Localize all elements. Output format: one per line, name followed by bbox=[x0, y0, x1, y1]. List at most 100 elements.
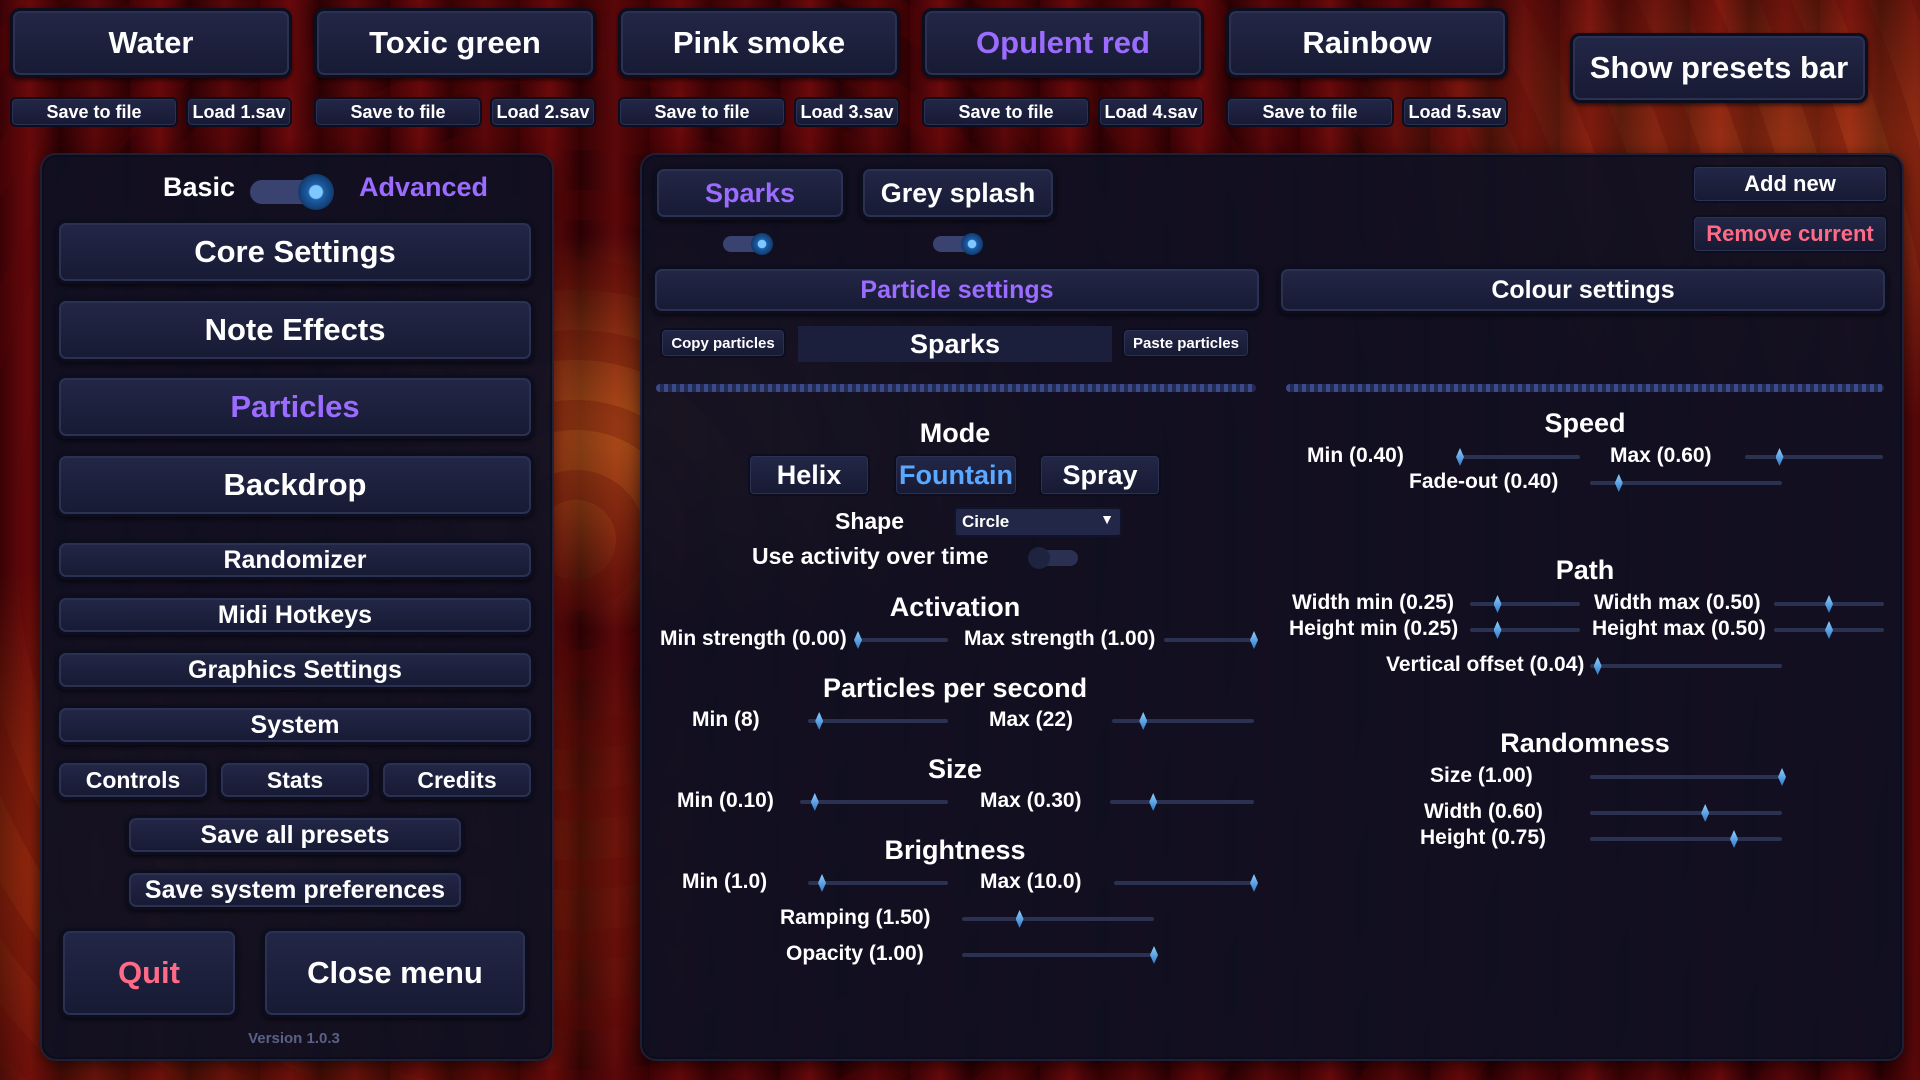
speed-min-slider[interactable] bbox=[1456, 448, 1580, 466]
pps-min-slider[interactable] bbox=[808, 712, 948, 730]
preset-toxic-green-load-button[interactable]: Load 2.sav bbox=[490, 97, 596, 127]
pps-max-label: Max (22) bbox=[989, 708, 1074, 731]
fadeout-label: Fade-out (0.40) bbox=[1409, 470, 1559, 493]
toggle-knob bbox=[1028, 547, 1050, 569]
rand-width-slider[interactable] bbox=[1590, 804, 1782, 822]
width-max-slider[interactable] bbox=[1774, 595, 1884, 613]
preset-pink-smoke-load-button[interactable]: Load 3.sav bbox=[794, 97, 900, 127]
remove-current-button[interactable]: Remove current bbox=[1692, 215, 1888, 253]
save-all-presets-button[interactable]: Save all presets bbox=[126, 815, 464, 855]
rand-width-label: Width (0.60) bbox=[1424, 800, 1543, 823]
activation-title: Activation bbox=[889, 592, 1021, 622]
height-max-slider[interactable] bbox=[1774, 621, 1884, 639]
fadeout-slider[interactable] bbox=[1590, 474, 1782, 492]
separator-left bbox=[656, 384, 1256, 392]
pps-min-label: Min (8) bbox=[692, 708, 760, 731]
basic-advanced-toggle[interactable] bbox=[250, 174, 334, 210]
tab-grey-splash[interactable]: Grey splash bbox=[860, 166, 1056, 220]
rand-size-label: Size (1.00) bbox=[1430, 764, 1533, 787]
add-new-button[interactable]: Add new bbox=[1692, 165, 1888, 203]
preset-water-save-button[interactable]: Save to file bbox=[10, 97, 178, 127]
speed-max-label: Max (0.60) bbox=[1610, 444, 1712, 467]
rand-height-label: Height (0.75) bbox=[1420, 826, 1547, 849]
particles-button[interactable]: Particles bbox=[56, 375, 534, 439]
max-strength-slider[interactable] bbox=[1164, 631, 1258, 649]
preset-opulent-red-save-button[interactable]: Save to file bbox=[922, 97, 1090, 127]
preset-rainbow-button[interactable]: Rainbow bbox=[1226, 8, 1508, 78]
particle-settings-tab[interactable]: Particle settings bbox=[652, 266, 1262, 314]
width-min-label: Width min (0.25) bbox=[1292, 591, 1454, 614]
opacity-label: Opacity (1.00) bbox=[786, 942, 924, 965]
toggle-knob bbox=[751, 233, 773, 255]
copy-particles-button[interactable]: Copy particles bbox=[660, 328, 786, 358]
size-min-slider[interactable] bbox=[800, 793, 948, 811]
size-min-label: Min (0.10) bbox=[677, 789, 774, 812]
shape-dropdown[interactable]: Circle ▼ bbox=[954, 507, 1122, 537]
mode-spray-button[interactable]: Spray bbox=[1039, 454, 1161, 496]
min-strength-label: Min strength (0.00) bbox=[660, 627, 847, 650]
ramping-slider[interactable] bbox=[962, 910, 1154, 928]
shape-dropdown-value: Circle bbox=[962, 512, 1010, 531]
controls-button[interactable]: Controls bbox=[56, 760, 210, 800]
colour-settings-tab[interactable]: Colour settings bbox=[1278, 266, 1888, 314]
version-label: Version 1.0.3 bbox=[248, 1030, 340, 1047]
path-title: Path bbox=[1555, 555, 1615, 585]
grey-splash-enable-toggle[interactable] bbox=[933, 233, 983, 255]
speed-title: Speed bbox=[1544, 408, 1626, 438]
mode-title: Mode bbox=[919, 418, 991, 448]
preset-opulent-red-load-button[interactable]: Load 4.sav bbox=[1098, 97, 1204, 127]
width-max-label: Width max (0.50) bbox=[1594, 591, 1761, 614]
min-strength-slider[interactable] bbox=[854, 631, 948, 649]
width-min-slider[interactable] bbox=[1470, 595, 1580, 613]
close-menu-button[interactable]: Close menu bbox=[262, 928, 528, 1018]
preset-toxic-green-save-button[interactable]: Save to file bbox=[314, 97, 482, 127]
brightness-max-slider[interactable] bbox=[1114, 874, 1258, 892]
brightness-title: Brightness bbox=[884, 835, 1026, 865]
randomizer-button[interactable]: Randomizer bbox=[56, 540, 534, 580]
rand-size-slider[interactable] bbox=[1590, 768, 1786, 786]
randomness-title: Randomness bbox=[1500, 728, 1670, 758]
shape-label: Shape bbox=[835, 508, 905, 534]
height-min-slider[interactable] bbox=[1470, 621, 1580, 639]
pps-max-slider[interactable] bbox=[1112, 712, 1254, 730]
max-strength-label: Max strength (1.00) bbox=[964, 627, 1156, 650]
midi-hotkeys-button[interactable]: Midi Hotkeys bbox=[56, 595, 534, 635]
speed-max-slider[interactable] bbox=[1745, 448, 1883, 466]
opacity-slider[interactable] bbox=[962, 946, 1158, 964]
stats-button[interactable]: Stats bbox=[218, 760, 372, 800]
tab-sparks[interactable]: Sparks bbox=[654, 166, 846, 220]
toggle-knob bbox=[961, 233, 983, 255]
size-max-slider[interactable] bbox=[1110, 793, 1254, 811]
note-effects-button[interactable]: Note Effects bbox=[56, 298, 534, 362]
credits-button[interactable]: Credits bbox=[380, 760, 534, 800]
save-system-preferences-button[interactable]: Save system preferences bbox=[126, 870, 464, 910]
preset-rainbow-save-button[interactable]: Save to file bbox=[1226, 97, 1394, 127]
preset-pink-smoke-save-button[interactable]: Save to file bbox=[618, 97, 786, 127]
sparks-enable-toggle[interactable] bbox=[723, 233, 773, 255]
system-button[interactable]: System bbox=[56, 705, 534, 745]
graphics-settings-button[interactable]: Graphics Settings bbox=[56, 650, 534, 690]
mode-fountain-button[interactable]: Fountain bbox=[894, 454, 1018, 496]
preset-rainbow-load-button[interactable]: Load 5.sav bbox=[1402, 97, 1508, 127]
chevron-down-icon: ▼ bbox=[1100, 511, 1114, 527]
mode-helix-button[interactable]: Helix bbox=[748, 454, 870, 496]
preset-water-load-button[interactable]: Load 1.sav bbox=[186, 97, 292, 127]
brightness-max-label: Max (10.0) bbox=[980, 870, 1082, 893]
rand-height-slider[interactable] bbox=[1590, 830, 1782, 848]
speed-min-label: Min (0.40) bbox=[1307, 444, 1404, 467]
quit-button[interactable]: Quit bbox=[60, 928, 238, 1018]
brightness-min-slider[interactable] bbox=[808, 874, 948, 892]
preset-opulent-red-button[interactable]: Opulent red bbox=[922, 8, 1204, 78]
preset-pink-smoke-button[interactable]: Pink smoke bbox=[618, 8, 900, 78]
ramping-label: Ramping (1.50) bbox=[780, 906, 931, 929]
vertical-offset-label: Vertical offset (0.04) bbox=[1386, 653, 1585, 676]
current-particle-name: Sparks bbox=[798, 326, 1112, 362]
backdrop-button[interactable]: Backdrop bbox=[56, 453, 534, 517]
core-settings-button[interactable]: Core Settings bbox=[56, 220, 534, 284]
activity-toggle[interactable] bbox=[1028, 547, 1078, 569]
paste-particles-button[interactable]: Paste particles bbox=[1122, 328, 1250, 358]
preset-water-button[interactable]: Water bbox=[10, 8, 292, 78]
preset-toxic-green-button[interactable]: Toxic green bbox=[314, 8, 596, 78]
vertical-offset-slider[interactable] bbox=[1590, 657, 1782, 675]
show-presets-bar-button[interactable]: Show presets bar bbox=[1570, 33, 1868, 103]
